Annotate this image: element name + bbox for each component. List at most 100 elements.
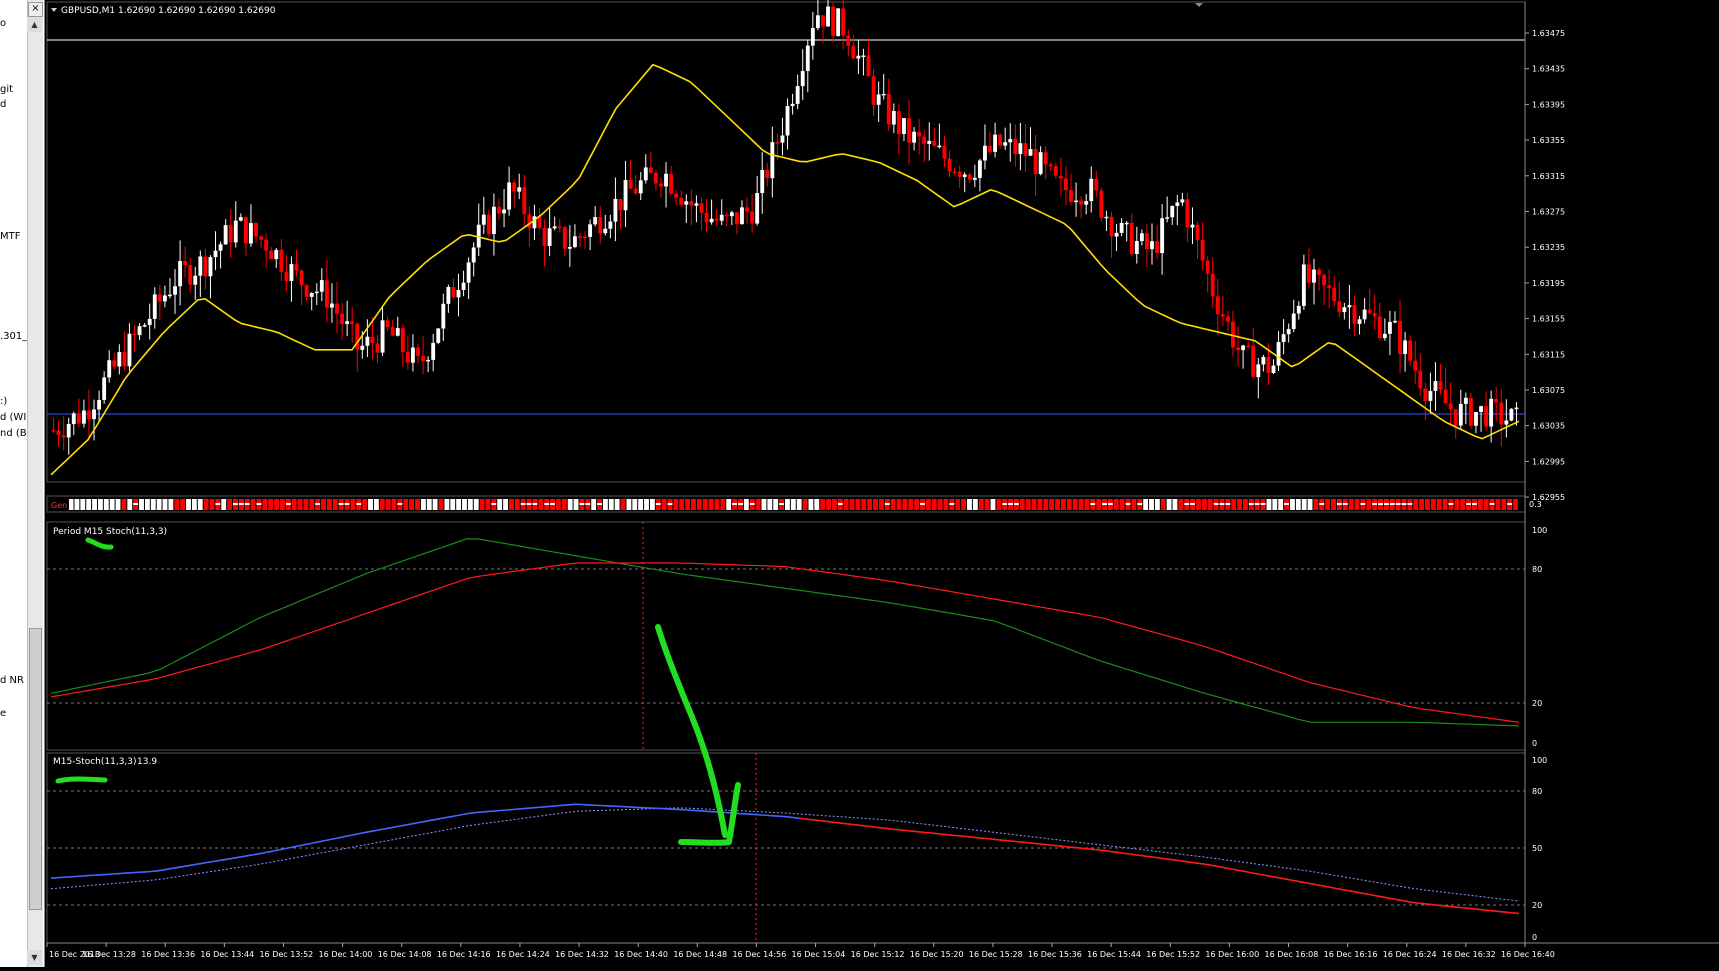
ribbon-bar <box>1055 499 1060 510</box>
time-label: 16 Dec 14:48 <box>673 950 727 959</box>
ribbon-bar <box>1196 499 1201 510</box>
navigator-item[interactable]: MTF <box>0 231 21 242</box>
time-label: 16 Dec 15:44 <box>1087 950 1141 959</box>
scrollbar-thumb[interactable] <box>29 628 42 910</box>
ribbon-bar <box>103 499 109 510</box>
ribbon-bar <box>978 499 984 510</box>
ribbon-bar <box>573 499 579 510</box>
close-icon[interactable]: × <box>28 2 43 17</box>
ribbon-bar <box>139 499 144 510</box>
navigator-item[interactable]: .301_ <box>0 331 27 342</box>
ribbon-bar <box>1149 499 1154 510</box>
ribbon-bar <box>1037 499 1043 510</box>
ribbon-bar <box>1348 499 1354 510</box>
ribbon-bar <box>456 499 462 510</box>
price-label: 1.63115 <box>1532 350 1565 359</box>
stoch1-title: Period M15 Stoch(11,3,3) <box>53 527 167 537</box>
ribbon-bar <box>168 499 174 510</box>
ribbon-bar <box>796 499 802 510</box>
ribbon-bar <box>497 499 503 510</box>
price-label: 1.63075 <box>1532 386 1565 395</box>
time-label: 16 Dec 15:20 <box>910 950 964 959</box>
navigator-item[interactable]: git <box>0 84 13 95</box>
ribbon-bar <box>1049 499 1055 510</box>
scroll-up-icon[interactable]: ▲ <box>27 17 42 32</box>
ribbon-bar <box>708 499 714 510</box>
ribbon-bar <box>972 499 978 510</box>
ribbon-bar <box>1096 499 1102 510</box>
symbol-header: GBPUSD,M1 1.62690 1.62690 1.62690 1.6269… <box>61 6 276 16</box>
ribbon-bar <box>1119 499 1125 510</box>
ribbon-bar <box>86 499 92 510</box>
ribbon-bar <box>1289 499 1295 510</box>
ribbon-bar <box>467 499 473 510</box>
ribbon-bar <box>127 499 133 510</box>
ribbon-bar <box>1243 499 1248 510</box>
navigator-item[interactable]: o <box>0 18 6 29</box>
chart-window[interactable]: GBPUSD,M1 1.62690 1.62690 1.62690 1.6269… <box>45 0 1719 967</box>
stoch2-level-80: 80 <box>1532 787 1542 796</box>
navigator-panel: o git d MTF .301_ :) d (WI nd (BI d NR e… <box>0 0 45 967</box>
ribbon-bar <box>68 499 74 510</box>
ribbon-bar <box>873 499 878 510</box>
ribbon-bar <box>608 499 614 510</box>
ribbon-bar <box>896 499 902 510</box>
navigator-item[interactable]: :) <box>0 396 7 407</box>
ribbon-bar <box>420 499 426 510</box>
ribbon-bar <box>649 499 655 510</box>
navigator-item[interactable]: e <box>0 708 6 719</box>
ribbon-bar <box>790 499 796 510</box>
ribbon-bar <box>820 499 826 510</box>
ribbon-bar <box>861 499 867 510</box>
ribbon-bar <box>726 499 732 510</box>
time-label: 16 Dec 14:32 <box>555 950 609 959</box>
ribbon-bar <box>368 499 373 510</box>
time-label: 16 Dec 13:28 <box>82 950 136 959</box>
ribbon-bar <box>444 499 450 510</box>
ribbon-bar <box>280 499 285 510</box>
price-label: 1.63035 <box>1532 422 1565 431</box>
ribbon-bar <box>843 499 849 510</box>
ribbon-bar <box>209 499 215 510</box>
ribbon-bar <box>1454 499 1460 510</box>
ribbon-bar <box>691 499 696 510</box>
navigator-item[interactable]: d NR <box>0 675 24 686</box>
ribbon-bar <box>602 499 608 510</box>
ribbon-bar <box>638 499 644 510</box>
ribbon-bar <box>403 499 409 510</box>
ribbon-bar <box>1295 499 1301 510</box>
ribbon-bar <box>1201 499 1207 510</box>
stoch1-level-20: 20 <box>1532 699 1542 708</box>
navigator-item[interactable]: d <box>0 99 6 110</box>
chart-canvas[interactable]: GBPUSD,M1 1.62690 1.62690 1.62690 1.6269… <box>45 0 1719 967</box>
ribbon-bar <box>92 499 97 510</box>
navigator-item[interactable]: d (WI <box>0 412 26 423</box>
price-label: 1.63315 <box>1532 172 1565 181</box>
ribbon-bar <box>291 499 297 510</box>
time-label: 16 Dec 14:56 <box>732 950 786 959</box>
ribbon-bar <box>1483 499 1489 510</box>
ribbon-bar <box>303 499 309 510</box>
price-label: 1.63155 <box>1532 315 1565 324</box>
time-label: 16 Dec 15:28 <box>969 950 1023 959</box>
ribbon-bar <box>1113 499 1119 510</box>
ribbon-bar <box>1413 499 1419 510</box>
ribbon-bar <box>855 499 861 510</box>
ribbon-bar <box>902 499 908 510</box>
ribbon-bar <box>1354 499 1360 510</box>
ribbon-bar <box>115 499 121 510</box>
ribbon-bar <box>121 499 127 510</box>
scroll-down-icon[interactable]: ▼ <box>27 950 42 965</box>
ribbon-bar <box>1442 499 1448 510</box>
ribbon-bar <box>996 499 1002 510</box>
ribbon-bar <box>97 499 103 510</box>
navigator-item[interactable]: nd (BI <box>0 428 30 439</box>
ribbon-bar <box>1160 499 1166 510</box>
ribbon-bar <box>761 499 767 510</box>
ribbon-bar <box>514 499 520 510</box>
ribbon-bar <box>767 499 773 510</box>
ribbon-bar <box>626 499 632 510</box>
ribbon-bar <box>743 499 749 510</box>
ribbon-bar <box>1060 499 1066 510</box>
ribbon-bar <box>1495 499 1501 510</box>
